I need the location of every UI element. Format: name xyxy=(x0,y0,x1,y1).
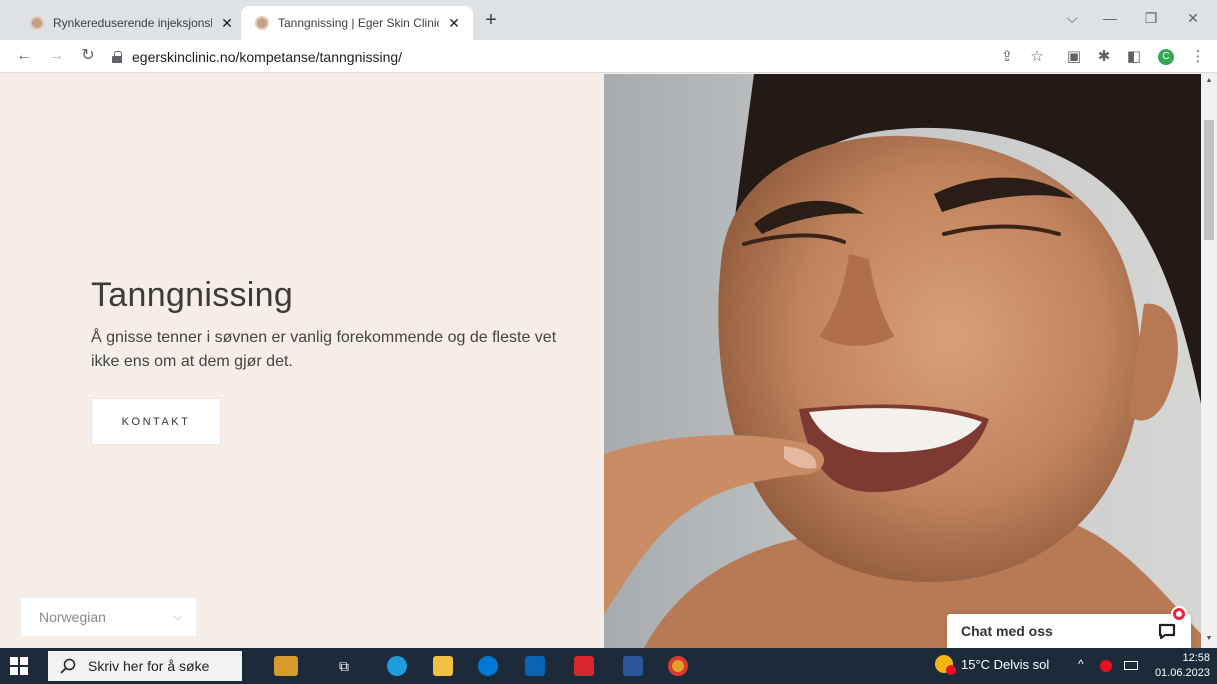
acrobat-reader-icon[interactable] xyxy=(574,656,594,676)
weather-widget[interactable]: 15°C Delvis sol xyxy=(935,655,1050,675)
tab-search-chevron-icon[interactable]: ⌵ xyxy=(1060,10,1084,30)
browser-toolbar: ← → ↻ egerskinclinic.no/kompetanse/tanng… xyxy=(0,40,1217,73)
briefcase-app-icon[interactable] xyxy=(274,656,298,676)
restore-window-icon[interactable]: ❐ xyxy=(1139,10,1163,30)
new-tab-button[interactable]: + xyxy=(480,9,502,31)
battery-icon[interactable] xyxy=(1124,661,1138,670)
hero-description: Å gnisse tenner i søvnen er vanlig forek… xyxy=(91,329,557,370)
chat-label: Chat med oss xyxy=(961,623,1053,639)
side-panel-icon[interactable]: ◧ xyxy=(1124,47,1144,67)
lock-icon[interactable] xyxy=(112,50,122,63)
scroll-up-arrow-icon[interactable]: ▲ xyxy=(1201,74,1217,88)
hero-photo-illustration xyxy=(604,74,1201,648)
tab-close-icon[interactable]: ✕ xyxy=(218,15,236,32)
minimize-window-icon[interactable]: — xyxy=(1098,10,1122,30)
browser-tab-2[interactable]: Tanngnissing | Eger Skin Clinic ✕ xyxy=(241,6,473,40)
page-title: Tanngnissing xyxy=(91,276,294,314)
word-icon[interactable] xyxy=(623,656,643,676)
language-select[interactable]: Norwegian ⌵ xyxy=(20,597,197,637)
page-scrollbar[interactable]: ▲ ▼ xyxy=(1201,74,1217,648)
url-text[interactable]: egerskinclinic.no/kompetanse/tanngnissin… xyxy=(132,49,402,65)
reload-icon[interactable]: ↻ xyxy=(78,46,98,66)
page-viewport: Tanngnissing Å gnisse tenner i søvnen er… xyxy=(0,74,1201,648)
browser-tab-strip: Rynkereduserende injeksjonsbeh ✕ Tanngni… xyxy=(0,0,1217,40)
chat-widget[interactable]: Chat med oss xyxy=(947,606,1191,648)
chrome-icon[interactable] xyxy=(668,656,688,676)
chat-bubble-icon xyxy=(1158,623,1176,640)
search-icon xyxy=(60,658,76,674)
extension-icon[interactable]: ▣ xyxy=(1064,47,1084,67)
windows-taskbar: Skriv her for å søke ⧉ 15°C Delvis sol ^… xyxy=(0,648,1217,684)
clock-time: 12:58 xyxy=(1182,652,1210,664)
bookmark-star-icon[interactable]: ☆ xyxy=(1027,47,1047,67)
search-placeholder: Skriv her for å søke xyxy=(88,658,210,674)
extensions-puzzle-icon[interactable]: ✱ xyxy=(1094,47,1114,67)
weather-sun-icon xyxy=(935,655,956,675)
tab-title: Tanngnissing | Eger Skin Clinic xyxy=(278,16,439,30)
profile-avatar[interactable]: C xyxy=(1158,49,1174,65)
weather-text: 15°C Delvis sol xyxy=(961,656,1050,672)
network-status-icon[interactable] xyxy=(1100,660,1112,672)
close-window-icon[interactable]: ✕ xyxy=(1181,10,1205,30)
share-icon[interactable]: ⇪ xyxy=(997,47,1017,67)
clock-date: 01.06.2023 xyxy=(1154,667,1210,679)
windows-start-icon[interactable] xyxy=(10,657,28,675)
tab-title: Rynkereduserende injeksjonsbeh xyxy=(53,16,212,30)
task-view-icon[interactable]: ⧉ xyxy=(334,656,354,676)
back-arrow-icon[interactable]: ← xyxy=(14,46,34,66)
site-favicon-icon xyxy=(255,16,269,30)
tray-chevron-up-icon[interactable]: ^ xyxy=(1078,657,1084,671)
forward-arrow-icon[interactable]: → xyxy=(46,46,66,66)
address-bar[interactable]: egerskinclinic.no/kompetanse/tanngnissin… xyxy=(112,44,1112,69)
notification-badge xyxy=(1171,606,1187,622)
hero-photo xyxy=(604,74,1201,648)
tab-close-icon[interactable]: ✕ xyxy=(445,15,463,32)
contact-button[interactable]: KONTAKT xyxy=(91,398,221,445)
browser-menu-icon[interactable]: ⋮ xyxy=(1188,47,1208,67)
outlook-icon[interactable] xyxy=(525,656,545,676)
chevron-down-icon: ⌵ xyxy=(173,610,182,623)
taskbar-clock[interactable]: 12:58 01.06.2023 xyxy=(1148,651,1210,681)
taskbar-search-box[interactable]: Skriv her for å søke xyxy=(48,651,242,681)
edge-browser-icon[interactable] xyxy=(387,656,407,676)
language-selected-value: Norwegian xyxy=(39,609,106,625)
skype-icon[interactable] xyxy=(478,656,498,676)
browser-tab-1[interactable]: Rynkereduserende injeksjonsbeh ✕ xyxy=(16,6,246,40)
site-favicon-icon xyxy=(30,16,44,30)
scrollbar-thumb[interactable] xyxy=(1204,120,1214,240)
scroll-down-arrow-icon[interactable]: ▼ xyxy=(1201,632,1217,646)
file-explorer-icon[interactable] xyxy=(433,656,453,676)
